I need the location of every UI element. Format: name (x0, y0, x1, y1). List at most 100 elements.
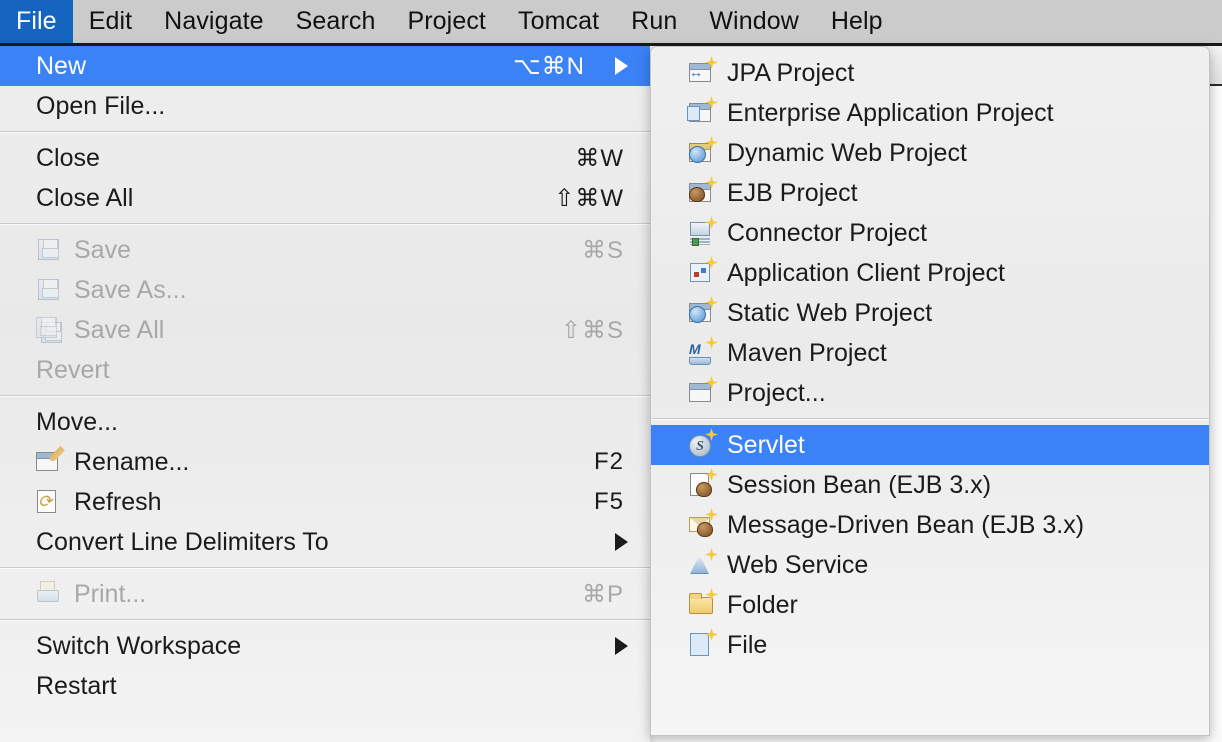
new-submenu-item-label: Enterprise Application Project (727, 99, 1187, 128)
file-menu-item-move[interactable]: Move... (0, 402, 650, 442)
menubar-item-search[interactable]: Search (280, 0, 392, 43)
new-submenu-item-file[interactable]: File (651, 625, 1209, 665)
file-icon (687, 631, 717, 659)
new-submenu-item-message-driven-bean-ejb-3-x[interactable]: Message-Driven Bean (EJB 3.x) (651, 505, 1209, 545)
submenu-arrow-icon (615, 57, 628, 75)
file-menu-item-label: Convert Line Delimiters To (36, 528, 589, 557)
servlet-icon: S (687, 431, 717, 459)
new-submenu-item-label: Application Client Project (727, 259, 1187, 288)
new-submenu-item-label: Message-Driven Bean (EJB 3.x) (727, 511, 1187, 540)
file-menu-item-shortcut: F5 (594, 488, 628, 516)
file-menu-item-shortcut: ⌘W (575, 144, 628, 173)
menu-separator (651, 418, 1209, 420)
menubar-item-window[interactable]: Window (693, 0, 815, 43)
menubar-item-edit[interactable]: Edit (73, 0, 148, 43)
message-driven-bean-icon (687, 511, 717, 539)
new-submenu-item-dynamic-web-project[interactable]: Dynamic Web Project (651, 133, 1209, 173)
new-submenu-item-ejb-project[interactable]: EJB Project (651, 173, 1209, 213)
refresh-icon: ⟳ (34, 488, 64, 516)
new-submenu-item-label: Servlet (727, 431, 1187, 460)
file-menu-item-label: Revert (36, 356, 628, 385)
dynamic-web-project-icon (687, 139, 717, 167)
ejb-project-icon (687, 179, 717, 207)
new-submenu-item-label: Project... (727, 379, 1187, 408)
project-icon (687, 379, 717, 407)
file-menu-item-label: Move... (36, 408, 628, 437)
new-submenu-item-label: Web Service (727, 551, 1187, 580)
eclipse-ide-window: s c / FileEditNavigateSearchProjectTomca… (0, 0, 1222, 742)
new-submenu-item-label: EJB Project (727, 179, 1187, 208)
menubar-item-tomcat[interactable]: Tomcat (502, 0, 615, 43)
new-submenu-item-session-bean-ejb-3-x[interactable]: Session Bean (EJB 3.x) (651, 465, 1209, 505)
file-menu-item-new[interactable]: New⌥⌘N (0, 46, 650, 86)
menu-bar: FileEditNavigateSearchProjectTomcatRunWi… (0, 0, 1222, 46)
menubar-item-help[interactable]: Help (815, 0, 899, 43)
new-submenu-item-label: JPA Project (727, 59, 1187, 88)
menu-separator (0, 567, 650, 569)
new-submenu-item-label: Static Web Project (727, 299, 1187, 328)
file-menu-item-label: Close (36, 144, 575, 173)
menubar-item-project[interactable]: Project (391, 0, 502, 43)
menubar-item-run[interactable]: Run (615, 0, 693, 43)
menu-separator (0, 223, 650, 225)
new-submenu-item-web-service[interactable]: Web Service (651, 545, 1209, 585)
new-submenu-item-maven-project[interactable]: M Maven Project (651, 333, 1209, 373)
submenu-arrow-icon (615, 533, 628, 551)
new-submenu-item-label: Dynamic Web Project (727, 139, 1187, 168)
file-menu-item-shortcut: ⌥⌘N (513, 52, 589, 81)
file-menu-item-shortcut: ⌘P (582, 580, 628, 609)
file-menu-item-label: Rename... (74, 448, 594, 477)
new-submenu-item-static-web-project[interactable]: Static Web Project (651, 293, 1209, 333)
new-submenu-item-label: Connector Project (727, 219, 1187, 248)
new-submenu-item-enterprise-application-project[interactable]: Enterprise Application Project (651, 93, 1209, 133)
file-dropdown-menu: New⌥⌘NOpen File...Close⌘WClose All⇧⌘WSav… (0, 46, 650, 742)
file-menu-item-convert-line-delimiters-to[interactable]: Convert Line Delimiters To (0, 522, 650, 562)
new-submenu-item-application-client-project[interactable]: Application Client Project (651, 253, 1209, 293)
file-menu-item-save-as: Save As... (0, 270, 650, 310)
menubar-item-file[interactable]: File (0, 0, 73, 43)
static-web-project-icon (687, 299, 717, 327)
enterprise-application-project-icon (687, 99, 717, 127)
new-submenu-item-servlet[interactable]: S Servlet (651, 425, 1209, 465)
rename-icon (34, 448, 64, 476)
file-menu-item-label: Restart (36, 672, 628, 701)
file-menu-item-close[interactable]: Close⌘W (0, 138, 650, 178)
new-submenu-item-folder[interactable]: Folder (651, 585, 1209, 625)
menubar-item-navigate[interactable]: Navigate (148, 0, 279, 43)
new-submenu-item-jpa-project[interactable]: ↔ JPA Project (651, 53, 1209, 93)
menu-separator (0, 131, 650, 133)
file-menu-item-refresh[interactable]: ⟳RefreshF5 (0, 482, 650, 522)
web-service-icon (687, 551, 717, 579)
file-menu-item-label: Save (74, 236, 582, 265)
session-bean-icon (687, 471, 717, 499)
file-menu-item-shortcut: ⇧⌘S (561, 316, 628, 345)
maven-project-icon: M (687, 339, 717, 367)
file-menu-item-label: Open File... (36, 92, 628, 121)
file-menu-item-label: Close All (36, 184, 554, 213)
application-client-project-icon (687, 259, 717, 287)
menu-separator (0, 395, 650, 397)
file-menu-item-label: Print... (74, 580, 582, 609)
file-menu-item-close-all[interactable]: Close All⇧⌘W (0, 178, 650, 218)
save-icon (34, 236, 64, 264)
new-submenu-item-label: Folder (727, 591, 1187, 620)
file-menu-item-save-all: Save All⇧⌘S (0, 310, 650, 350)
file-menu-item-open-file[interactable]: Open File... (0, 86, 650, 126)
file-menu-item-label: New (36, 52, 513, 81)
new-submenu-item-label: Maven Project (727, 339, 1187, 368)
file-menu-item-switch-workspace[interactable]: Switch Workspace (0, 626, 650, 666)
file-menu-item-label: Switch Workspace (36, 632, 589, 661)
submenu-arrow-icon (615, 637, 628, 655)
menu-separator (0, 619, 650, 621)
print-icon (34, 580, 64, 608)
file-menu-item-shortcut: ⇧⌘W (554, 184, 628, 213)
file-menu-item-revert: Revert (0, 350, 650, 390)
file-menu-item-rename[interactable]: Rename...F2 (0, 442, 650, 482)
folder-icon (687, 591, 717, 619)
new-submenu-item-connector-project[interactable]: Connector Project (651, 213, 1209, 253)
file-menu-item-restart[interactable]: Restart (0, 666, 650, 706)
new-submenu-item-project[interactable]: Project... (651, 373, 1209, 413)
file-menu-item-label: Save As... (74, 276, 628, 305)
jpa-project-icon: ↔ (687, 59, 717, 87)
new-submenu-item-label: Session Bean (EJB 3.x) (727, 471, 1187, 500)
